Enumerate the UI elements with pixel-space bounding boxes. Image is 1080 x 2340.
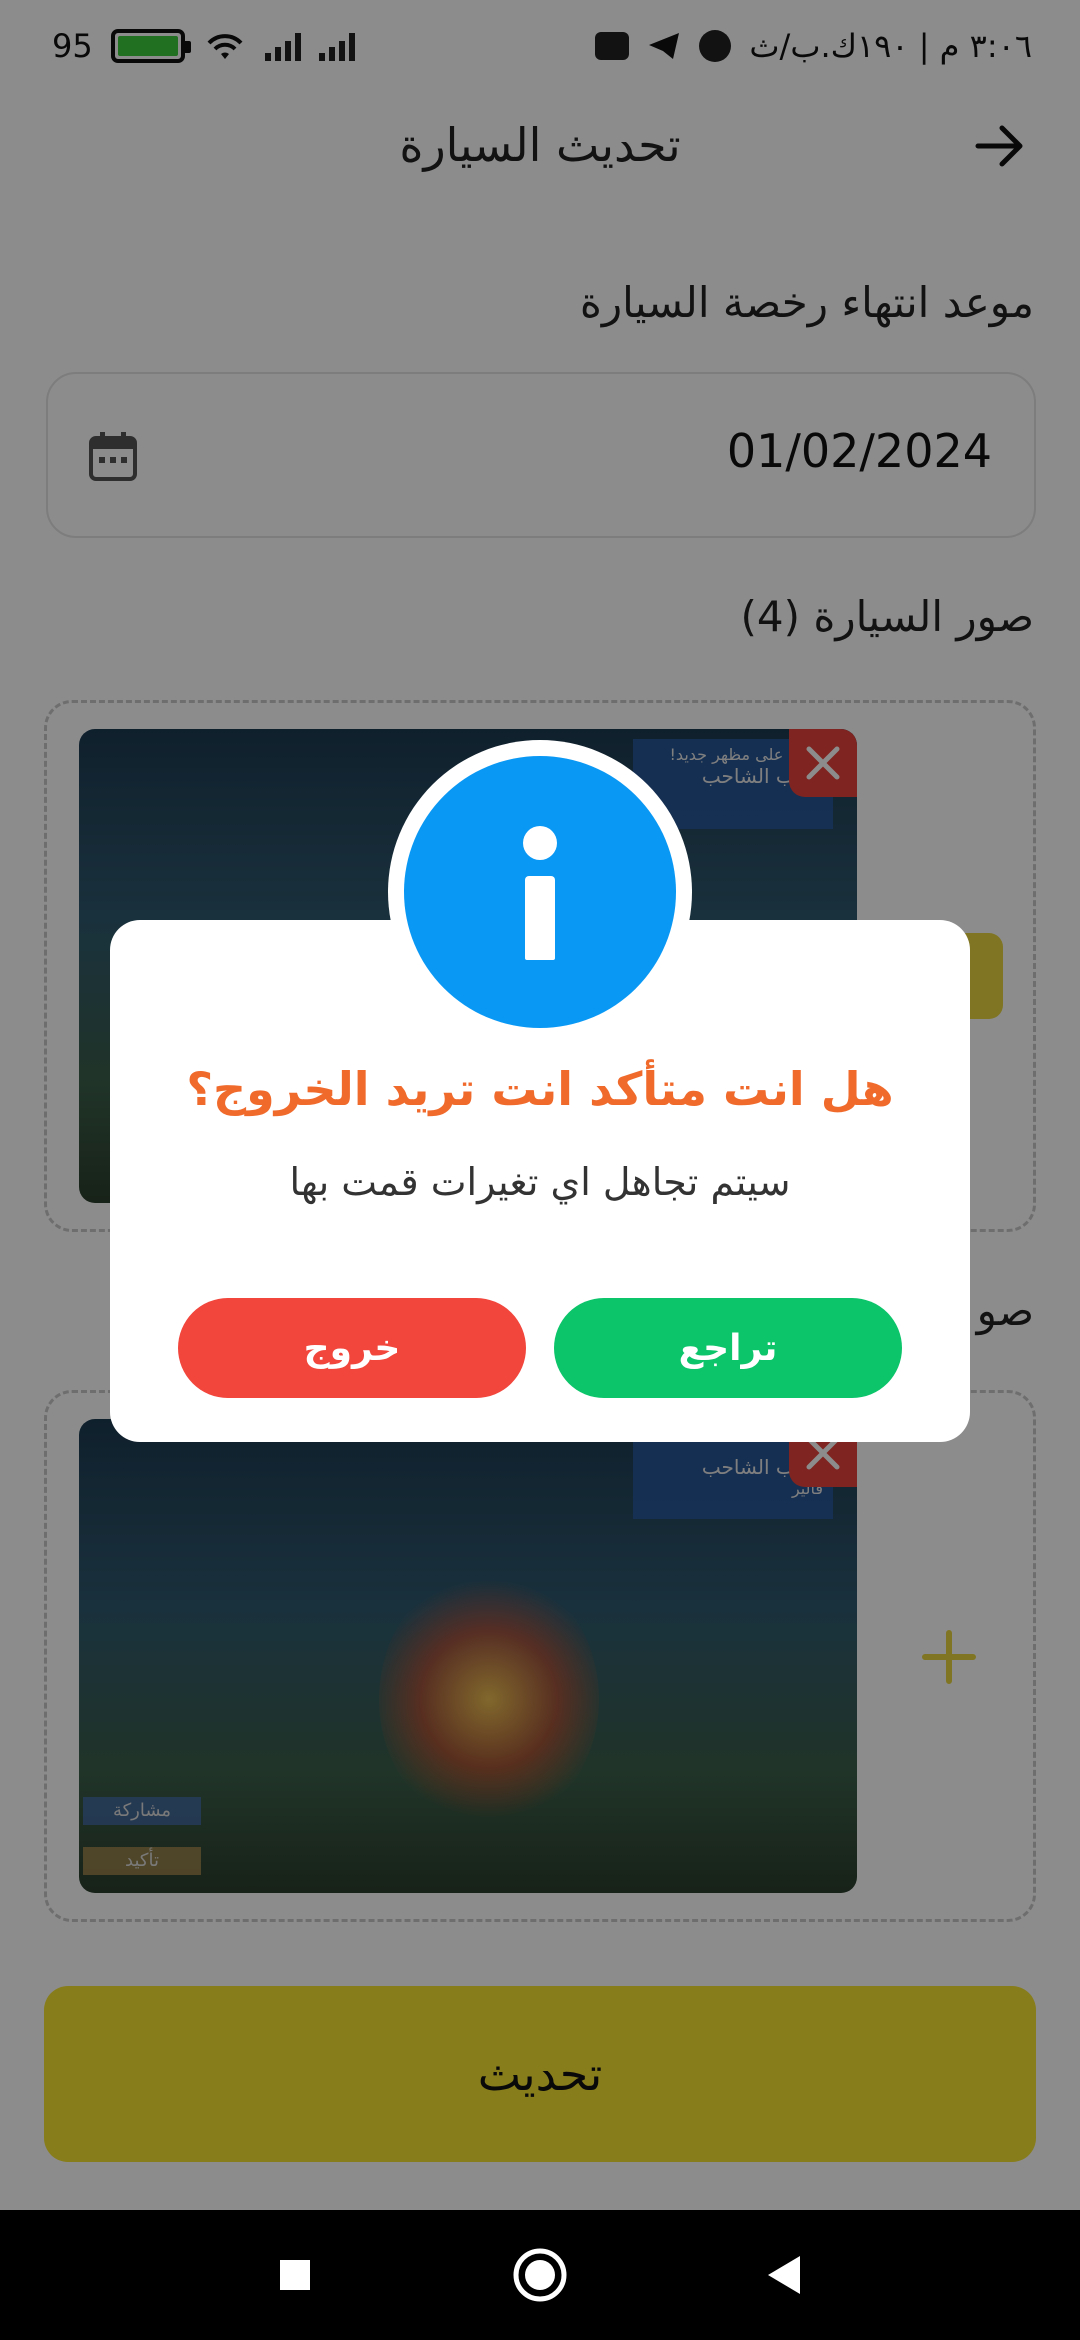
back-nav-icon[interactable]: [750, 2240, 820, 2310]
exit-button[interactable]: خروج: [178, 1298, 526, 1398]
info-icon: [388, 740, 692, 1044]
dialog-title: هل انت متأكد انت تريد الخروج؟: [186, 1062, 894, 1116]
info-bar: [525, 876, 555, 960]
home-icon[interactable]: [505, 2240, 575, 2310]
recents-icon[interactable]: [260, 2240, 330, 2310]
info-circle: [404, 756, 676, 1028]
system-nav-bar: [0, 2210, 1080, 2340]
dialog-message: سيتم تجاهل اي تغيرات قمت بها: [289, 1160, 791, 1204]
info-dot: [523, 826, 557, 860]
back-button[interactable]: تراجع: [554, 1298, 902, 1398]
